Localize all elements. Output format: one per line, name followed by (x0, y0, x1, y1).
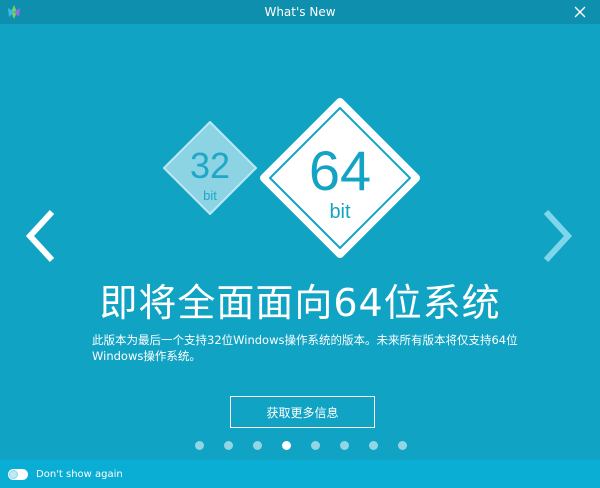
next-slide-button[interactable] (536, 206, 576, 266)
32-bit-badge: 32 bit (163, 121, 257, 215)
window-title: What's New (264, 5, 336, 19)
dont-show-again-toggle[interactable] (8, 468, 28, 480)
more-info-button[interactable]: 获取更多信息 (230, 396, 375, 428)
bit-upgrade-graphic: 32 bit 64 bit (163, 98, 420, 258)
old-bit-number: 32 (190, 145, 230, 186)
dont-show-again-label: Don't show again (36, 468, 123, 480)
app-logo-icon (8, 5, 20, 19)
close-icon (574, 6, 586, 18)
title-bar: What's New (0, 0, 600, 24)
whats-new-window: What's New 32 bit 64 bit 即将全面面向64位系统 此版本… (0, 0, 600, 488)
pager-dot[interactable] (340, 441, 349, 450)
new-bit-unit: bit (329, 201, 351, 223)
slide-pager (0, 441, 600, 451)
chevron-left-icon (25, 209, 55, 263)
slide-headline: 即将全面面向64位系统 (99, 281, 501, 325)
slide-content: 32 bit 64 bit 即将全面面向64位系统 此版本为最后一个支持32位W… (0, 24, 600, 460)
previous-slide-button[interactable] (22, 206, 62, 266)
footer-bar: Don't show again (0, 460, 600, 488)
old-bit-unit: bit (203, 188, 217, 203)
pager-dot[interactable] (195, 441, 204, 450)
slide-description: 此版本为最后一个支持32位Windows操作系统的版本。未来所有版本将仅支持64… (92, 333, 518, 363)
pager-dot[interactable] (398, 441, 407, 450)
chevron-right-icon (543, 209, 573, 263)
new-bit-number: 64 (309, 139, 371, 202)
pager-dot[interactable] (224, 441, 233, 450)
pager-dot[interactable] (369, 441, 378, 450)
pager-dot[interactable] (311, 441, 320, 450)
pager-dot[interactable] (253, 441, 262, 450)
pager-dot[interactable] (282, 441, 291, 450)
toggle-knob (9, 469, 18, 479)
close-button[interactable] (560, 0, 600, 24)
64-bit-badge: 64 bit (260, 98, 420, 258)
